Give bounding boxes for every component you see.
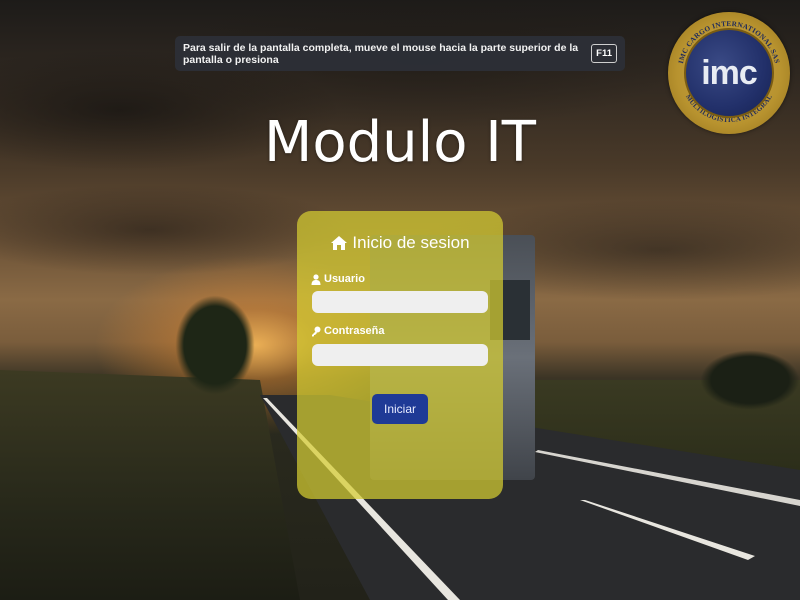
username-label-text: Usuario (324, 273, 365, 285)
background-tree (175, 295, 255, 395)
password-label: Contraseña (311, 325, 385, 337)
username-label: Usuario (311, 273, 365, 285)
background-tree (700, 350, 800, 410)
fullscreen-notice: Para salir de la pantalla completa, muev… (175, 36, 625, 71)
password-label-text: Contraseña (324, 325, 385, 337)
user-icon (311, 273, 321, 285)
password-input[interactable] (312, 344, 488, 366)
key-icon (312, 326, 321, 336)
fullscreen-key-badge: F11 (591, 44, 617, 63)
login-heading: Inicio de sesion (297, 233, 503, 253)
logo-center: imc (684, 28, 774, 118)
logo-text: imc (701, 53, 758, 92)
background-field-left (0, 370, 300, 600)
page-title: Modulo IT (264, 110, 536, 175)
login-button[interactable]: Iniciar (372, 394, 428, 424)
home-icon (331, 236, 348, 250)
login-heading-text: Inicio de sesion (352, 233, 470, 252)
login-panel: Inicio de sesion Usuario Contraseña Inic… (297, 211, 503, 499)
username-input[interactable] (312, 291, 488, 313)
fullscreen-notice-text: Para salir de la pantalla completa, muev… (183, 41, 579, 66)
